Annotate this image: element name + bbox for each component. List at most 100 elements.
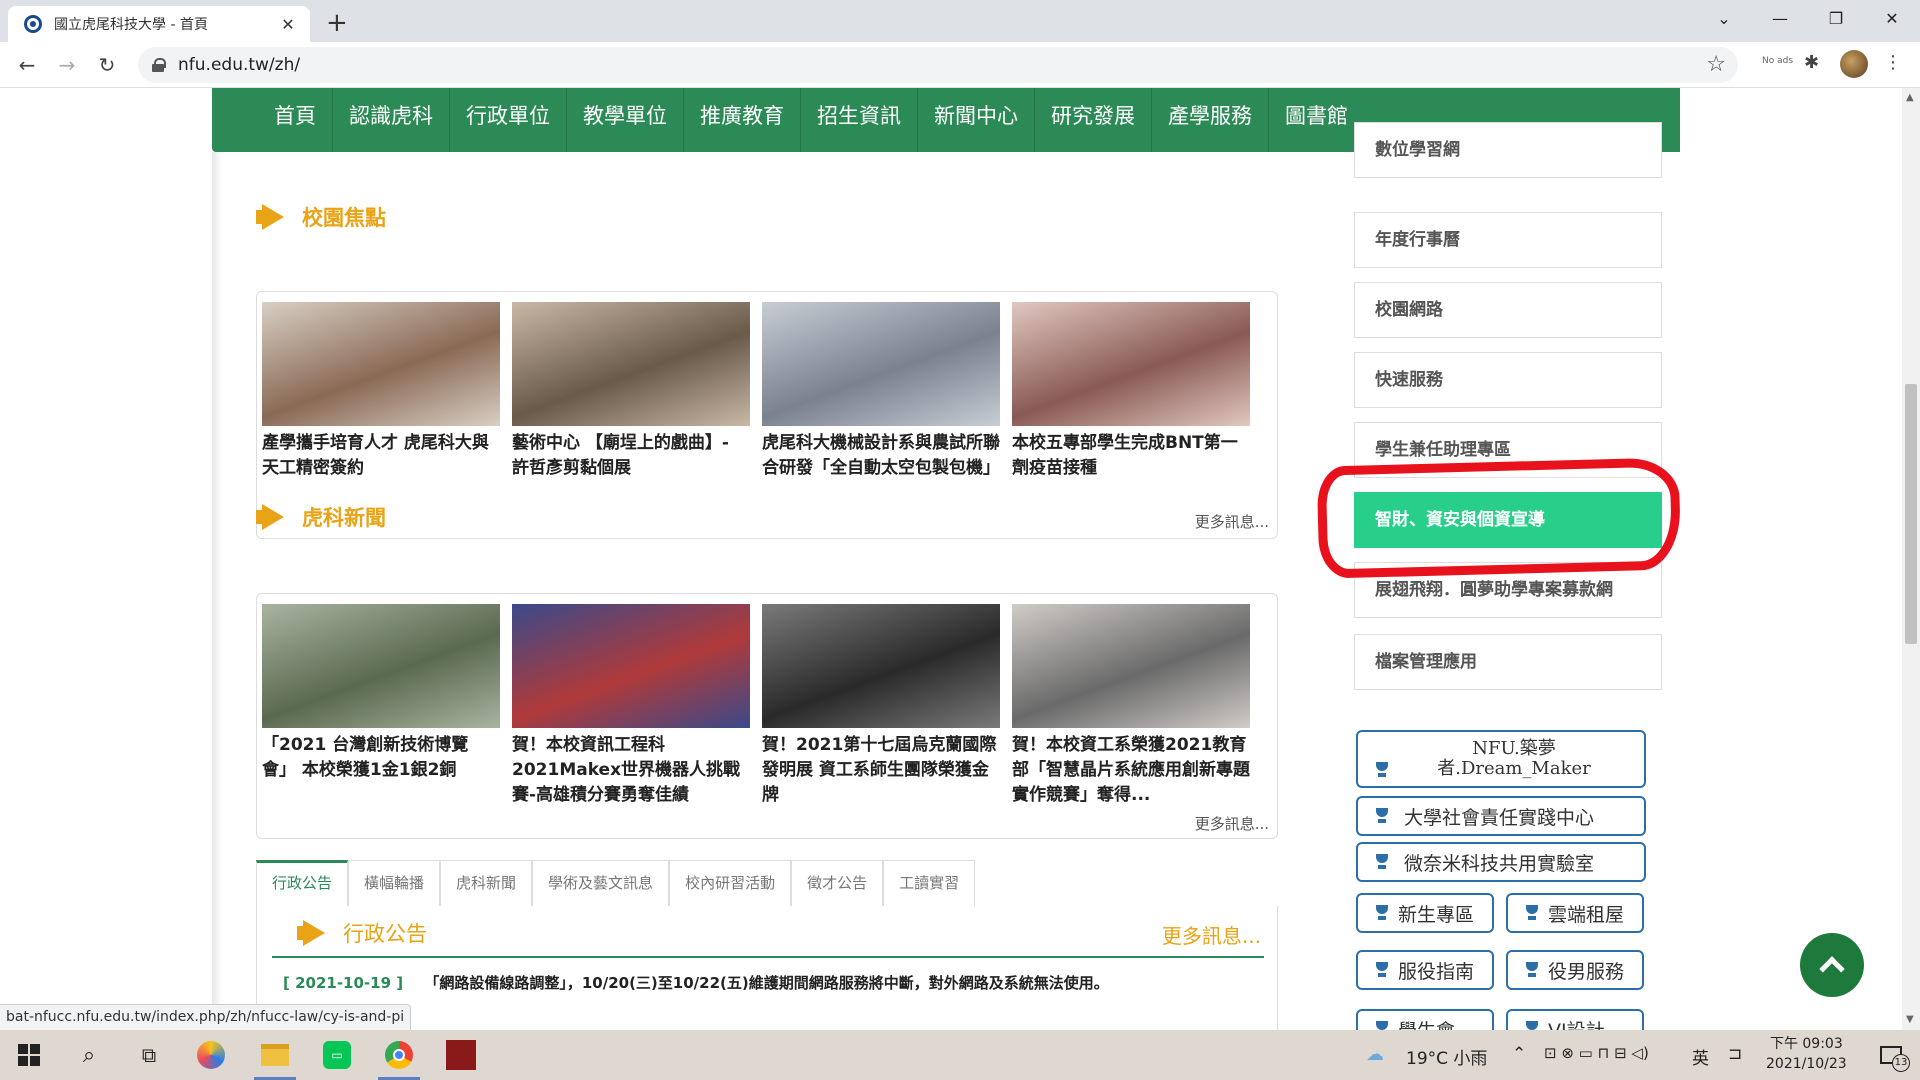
nav-item-industry[interactable]: 產學服務	[1152, 88, 1269, 152]
news-headline[interactable]: 本校五專部學生完成BNT第一劑疫苗接種	[1012, 431, 1250, 481]
nfu-news-more-link[interactable]: 更多訊息...	[1195, 813, 1269, 834]
news-headline[interactable]: 虎尾科大機械設計系與農試所聯合研發「全自動太空包製包機」	[762, 431, 1000, 481]
tray-icons[interactable]: ⊡ ⊗ ▭ ⊓ ⊟ ◁)	[1544, 1044, 1649, 1062]
sidebar-link-e-learning[interactable]: 數位學習網	[1354, 122, 1662, 178]
news-card[interactable]: 「2021 台灣創新技術博覽會」 本校榮獲1金1銀2銅	[262, 604, 500, 783]
tab-academic-arts[interactable]: 學術及藝文訊息	[532, 860, 670, 906]
nav-item-news[interactable]: 新聞中心	[918, 88, 1035, 152]
weather-text[interactable]: 19°C 小雨	[1406, 1044, 1487, 1069]
trophy-icon	[1374, 962, 1390, 978]
restore-button[interactable]: ❐	[1808, 0, 1864, 36]
tab-recruitment[interactable]: 徵才公告	[791, 860, 884, 906]
windows-taskbar: ⌕ ⧉ ▭ ☁ 19°C 小雨 ⌃ ⊡ ⊗ ▭ ⊓ ⊟ ◁) 英 ⊐ 下午 09…	[0, 1030, 1920, 1080]
news-photo[interactable]	[1012, 604, 1250, 728]
nav-item-library[interactable]: 圖書館	[1269, 88, 1364, 152]
nav-item-extension[interactable]: 推廣教育	[684, 88, 801, 152]
announcement-text[interactable]: 「網路設備線路調整」，10/20(三)至10/22(五)維護期間網路服務將中斷，…	[424, 974, 1108, 992]
nav-item-about[interactable]: 認識虎科	[333, 88, 450, 152]
tab-admin-announcements[interactable]: 行政公告	[256, 860, 349, 906]
tab-internships[interactable]: 工讀實習	[883, 860, 976, 906]
sidebar-link-calendar[interactable]: 年度行事曆	[1354, 212, 1662, 268]
notification-center-icon[interactable]: 13	[1866, 1030, 1916, 1080]
news-photo[interactable]	[762, 302, 1000, 426]
chrome-icon[interactable]	[374, 1030, 424, 1080]
pill-nano-lab[interactable]: 微奈米科技共用實驗室	[1356, 842, 1646, 882]
sidebar-link-quick-service[interactable]: 快速服務	[1354, 352, 1662, 408]
back-to-top-button[interactable]	[1800, 933, 1864, 997]
news-headline[interactable]: 「2021 台灣創新技術博覽會」 本校榮獲1金1銀2銅	[262, 733, 500, 783]
nav-item-admissions[interactable]: 招生資訊	[801, 88, 918, 152]
nav-item-academic[interactable]: 教學單位	[567, 88, 684, 152]
news-card[interactable]: 藝術中心 【廟埕上的戲曲】- 許哲彥剪黏個展	[512, 302, 750, 481]
news-card[interactable]: 本校五專部學生完成BNT第一劑疫苗接種	[1012, 302, 1250, 481]
announcement-row[interactable]: [ 2021-10-19 ] 「網路設備線路調整」，10/20(三)至10/22…	[283, 972, 1109, 993]
search-icon[interactable]: ⌕	[64, 1030, 114, 1080]
weather-icon[interactable]: ☁	[1366, 1044, 1384, 1065]
sidebar-link-campus-network[interactable]: 校園網路	[1354, 282, 1662, 338]
news-card[interactable]: 賀！本校資工系榮獲2021教育部「智慧晶片系統應用創新專題實作競賽」奪得...	[1012, 604, 1250, 808]
pill-vi-design[interactable]: VI設計	[1506, 1009, 1644, 1030]
close-window-button[interactable]: ✕	[1864, 0, 1920, 36]
tab-search-icon[interactable]: ⌄	[1696, 0, 1752, 36]
pill-conscript-service[interactable]: 役男服務	[1506, 950, 1644, 990]
news-photo[interactable]	[262, 604, 500, 728]
browser-menu-icon[interactable]: ⋮	[1884, 52, 1902, 73]
lock-icon[interactable]	[152, 58, 166, 72]
profile-avatar[interactable]	[1840, 50, 1868, 78]
pill-freshman[interactable]: 新生專區	[1356, 893, 1494, 933]
ime-mode-icon[interactable]: ⊐	[1728, 1044, 1742, 1064]
file-explorer-icon[interactable]	[250, 1030, 300, 1080]
campus-focus-more-link[interactable]: 更多訊息...	[1195, 511, 1269, 532]
news-photo[interactable]	[262, 302, 500, 426]
page-scrollbar[interactable]: ▲ ▼	[1902, 88, 1920, 1030]
news-card[interactable]: 賀！2021第十七屆烏克蘭國際發明展 資工系師生團隊榮獲金牌	[762, 604, 1000, 808]
forward-icon[interactable]: →	[52, 50, 82, 80]
pill-student-union[interactable]: 學生會	[1356, 1009, 1494, 1030]
news-headline[interactable]: 賀！2021第十七屆烏克蘭國際發明展 資工系師生團隊榮獲金牌	[762, 733, 1000, 808]
news-headline[interactable]: 賀！本校資工系榮獲2021教育部「智慧晶片系統應用創新專題實作競賽」奪得...	[1012, 733, 1250, 808]
browser-tab[interactable]: 國立虎尾科技大學 - 首頁 ✕	[8, 6, 310, 42]
address-bar[interactable]: nfu.edu.tw/zh/ ☆	[138, 47, 1738, 83]
ad-block-extension-icon[interactable]: No ads	[1762, 56, 1793, 66]
system-clock[interactable]: 下午 09:03 2021/10/23	[1766, 1034, 1847, 1074]
tab-banner-carousel[interactable]: 橫幅輪播	[348, 860, 441, 906]
news-photo[interactable]	[762, 604, 1000, 728]
minimize-button[interactable]: —	[1752, 0, 1808, 36]
scroll-down-arrow-icon[interactable]: ▼	[1906, 1014, 1914, 1025]
scroll-up-arrow-icon[interactable]: ▲	[1906, 92, 1914, 103]
task-view-icon[interactable]: ⧉	[124, 1030, 174, 1080]
nav-item-home[interactable]: 首頁	[264, 88, 333, 152]
sidebar-link-records-management[interactable]: 檔案管理應用	[1354, 634, 1662, 690]
new-tab-button[interactable]: +	[326, 8, 348, 38]
news-card[interactable]: 賀！本校資訊工程科2021Makex世界機器人挑戰賽-高雄積分賽勇奪佳績	[512, 604, 750, 808]
news-photo[interactable]	[1012, 302, 1250, 426]
news-headline[interactable]: 產學攜手培育人才 虎尾科大與天工精密簽約	[262, 431, 500, 481]
nav-item-research[interactable]: 研究發展	[1035, 88, 1152, 152]
line-app-icon[interactable]: ▭	[312, 1030, 362, 1080]
tab-nfu-news[interactable]: 虎科新聞	[440, 860, 533, 906]
start-button[interactable]	[4, 1030, 54, 1080]
pill-dream-maker[interactable]: NFU.築夢者.Dream_Maker	[1356, 730, 1646, 788]
news-headline[interactable]: 藝術中心 【廟埕上的戲曲】- 許哲彥剪黏個展	[512, 431, 750, 481]
tab-workshops[interactable]: 校內研習活動	[669, 860, 792, 906]
tab-close-icon[interactable]: ✕	[278, 15, 298, 34]
ime-indicator[interactable]: 英	[1692, 1044, 1709, 1069]
back-icon[interactable]: ←	[12, 50, 42, 80]
reload-icon[interactable]: ↻	[92, 50, 122, 80]
bookmark-star-icon[interactable]: ☆	[1706, 52, 1726, 77]
pill-cloud-rental[interactable]: 雲端租屋	[1506, 893, 1644, 933]
pill-military-guide[interactable]: 服役指南	[1356, 950, 1494, 990]
nav-item-admin[interactable]: 行政單位	[450, 88, 567, 152]
show-hidden-icons-chevron-icon[interactable]: ⌃	[1512, 1044, 1526, 1064]
news-photo[interactable]	[512, 604, 750, 728]
app-icon-red[interactable]	[436, 1030, 486, 1080]
extensions-puzzle-icon[interactable]: ✱	[1804, 52, 1819, 73]
scrollbar-thumb[interactable]	[1905, 384, 1917, 644]
announcement-more-link[interactable]: 更多訊息...	[1162, 920, 1261, 949]
app-icon-photo[interactable]	[186, 1030, 236, 1080]
news-headline[interactable]: 賀！本校資訊工程科2021Makex世界機器人挑戰賽-高雄積分賽勇奪佳績	[512, 733, 750, 808]
pill-usr-center[interactable]: 大學社會責任實踐中心	[1356, 796, 1646, 836]
news-photo[interactable]	[512, 302, 750, 426]
news-card[interactable]: 虎尾科大機械設計系與農試所聯合研發「全自動太空包製包機」	[762, 302, 1000, 481]
news-card[interactable]: 產學攜手培育人才 虎尾科大與天工精密簽約	[262, 302, 500, 481]
